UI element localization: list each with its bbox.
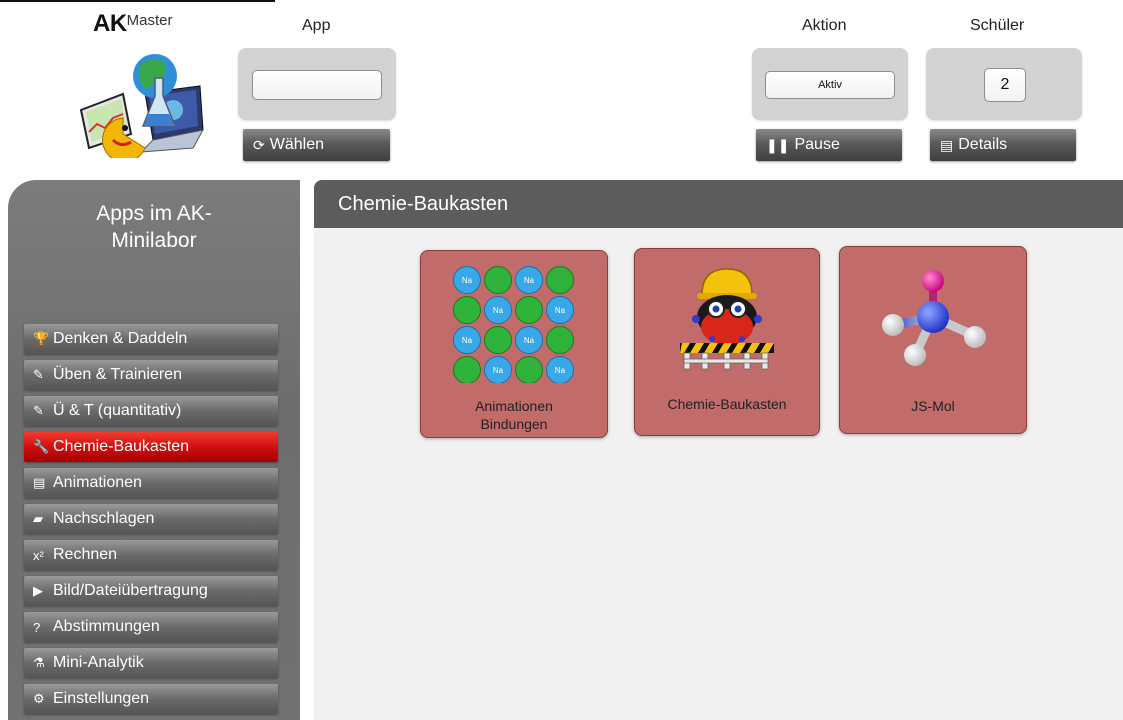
sidebar-item-label: Bild/Dateiübertragung <box>53 582 208 599</box>
table-icon: ▤ <box>940 136 954 153</box>
chloride-ion-mark <box>453 296 481 324</box>
tile-label-line1: Animationen <box>475 398 553 414</box>
sidebar-item-label: Denken & Daddeln <box>53 330 188 347</box>
sidebar-item-chemie-baukasten[interactable]: 🔧 Chemie-Baukasten <box>24 432 278 462</box>
tile-animationen-bindungen[interactable]: Na Na Na Na Na Na Na Na Animationen Bindungen <box>420 250 608 438</box>
edit-icon: ✎ <box>33 367 44 382</box>
page-title: Chemie-Baukasten <box>314 180 1123 228</box>
sidebar-item-label: Chemie-Baukasten <box>53 438 190 455</box>
choose-app-button-label: Wählen <box>269 136 324 153</box>
sidebar-item-label: Animationen <box>53 474 142 491</box>
sidebar-item-denken-daddeln[interactable]: 🏆 Denken & Daddeln <box>24 324 278 354</box>
sidebar-item-mini-analytik[interactable]: ⚗ Mini-Analytik <box>24 648 278 678</box>
sidebar-item-abstimmungen[interactable]: ? Abstimmungen <box>24 612 278 642</box>
ion-label: Na <box>524 276 535 285</box>
tile-chemie-baukasten[interactable]: Chemie-Baukasten <box>634 248 820 436</box>
details-button[interactable]: ▤ Details <box>930 129 1076 161</box>
ion-grid-icon: Na Na Na Na Na Na Na Na <box>453 266 574 383</box>
sidebar-item-label: Abstimmungen <box>53 618 160 635</box>
tile-js-mol[interactable]: JS-Mol <box>839 246 1027 434</box>
ion-label: Na <box>493 306 504 315</box>
sidebar-item-label: Mini-Analytik <box>53 654 144 671</box>
app-field[interactable] <box>252 70 382 100</box>
edit-icon: ✎ <box>33 403 44 418</box>
sidebar-item-label: Einstellungen <box>53 690 150 707</box>
sidebar-nav: 🏆 Denken & Daddeln ✎ Üben & Trainieren ✎ Ü & … <box>24 324 278 720</box>
book-icon: ▰ <box>33 511 43 526</box>
question-icon: ? <box>33 619 41 635</box>
construction-worker-icon <box>680 268 774 370</box>
ion-label: Na <box>555 366 566 375</box>
action-box: Aktiv <box>752 48 908 120</box>
sidebar-item-label: Nachschlagen <box>53 510 155 527</box>
app-logo: AKMaster <box>75 10 235 160</box>
ion-label: Na <box>462 276 473 285</box>
main-content: Na Na Na Na Na Na Na Na Animationen Bindungen <box>314 228 1123 720</box>
action-status-field: Aktiv <box>765 71 895 99</box>
logo-title: AKMaster <box>93 10 173 38</box>
pause-icon: ❚❚ <box>766 136 790 153</box>
sidebar-item-label: Ü & T (quantitativ) <box>53 402 182 419</box>
flask-icon: ⚗ <box>33 655 45 670</box>
sidebar-item-üben-trainieren[interactable]: ✎ Üben & Trainieren <box>24 360 278 390</box>
chloride-ion-mark <box>484 326 512 354</box>
top-divider <box>0 0 275 2</box>
chloride-ion-mark <box>546 326 574 354</box>
sidebar-title: Apps im AK- Minilabor <box>8 200 300 254</box>
video-icon: ▶ <box>33 583 43 598</box>
pause-button[interactable]: ❚❚ Pause <box>756 129 902 161</box>
sidebar-item-animationen[interactable]: ▤ Animationen <box>24 468 278 498</box>
sidebar-title-line2: Minilabor <box>111 229 197 252</box>
pause-button-label: Pause <box>794 136 840 153</box>
superscript-icon: x² <box>33 547 44 563</box>
sidebar-item-nachschlagen[interactable]: ▰ Nachschlagen <box>24 504 278 534</box>
molecule-icon <box>882 270 986 366</box>
sidebar-title-line1: Apps im AK- <box>96 202 212 225</box>
wrench-icon: 🔧 <box>33 439 50 454</box>
sidebar: Apps im AK- Minilabor 🏆 Denken & Daddeln ✎… <box>8 180 300 720</box>
chloride-ion-mark <box>515 296 543 324</box>
app-label: App <box>302 17 331 34</box>
sidebar-item-label: Üben & Trainieren <box>53 366 182 383</box>
sidebar-item-rechnen[interactable]: x² Rechnen <box>24 540 278 570</box>
chloride-ion-mark <box>484 266 512 294</box>
trophy-icon: 🏆 <box>33 331 50 346</box>
logo-graphic-icon <box>79 54 204 158</box>
chloride-ion-mark <box>546 266 574 294</box>
ion-label: Na <box>493 366 504 375</box>
choose-app-button[interactable]: ⟳ Wählen <box>243 129 390 161</box>
details-button-label: Details <box>958 136 1008 153</box>
action-label: Aktion <box>802 17 847 34</box>
sidebar-item-ü-t-quantitativ[interactable]: ✎ Ü & T (quantitativ) <box>24 396 278 426</box>
tile-label: JS-Mol <box>911 398 955 414</box>
tile-label: Animationen Bindungen <box>421 397 607 433</box>
page: AKMaster App ⟳ Wählen Aktion Aktiv ❚❚ Pa… <box>0 0 1123 720</box>
tile-label: Chemie-Baukasten <box>667 396 787 412</box>
film-icon: ▤ <box>33 475 46 490</box>
ion-label: Na <box>555 306 566 315</box>
app-box <box>238 48 396 120</box>
ion-label: Na <box>524 336 535 345</box>
sidebar-item-label: Rechnen <box>53 546 118 563</box>
tile-label-line2: Bindungen <box>480 416 548 432</box>
students-label: Schüler <box>970 17 1025 34</box>
students-count: 2 <box>984 68 1026 102</box>
students-box: 2 <box>926 48 1082 120</box>
logo-ak-text: AK <box>93 10 127 37</box>
ion-label: Na <box>462 336 473 345</box>
sidebar-item-einstellungen[interactable]: ⚙ Einstellungen <box>24 684 278 714</box>
refresh-icon: ⟳ <box>253 136 265 153</box>
chloride-ion-mark <box>453 356 481 383</box>
logo-master-text: Master <box>126 12 173 29</box>
gear-icon: ⚙ <box>33 691 45 706</box>
chloride-ion-mark <box>515 356 543 383</box>
sidebar-item-bild-dateiübertragung[interactable]: ▶ Bild/Dateiübertragung <box>24 576 278 606</box>
